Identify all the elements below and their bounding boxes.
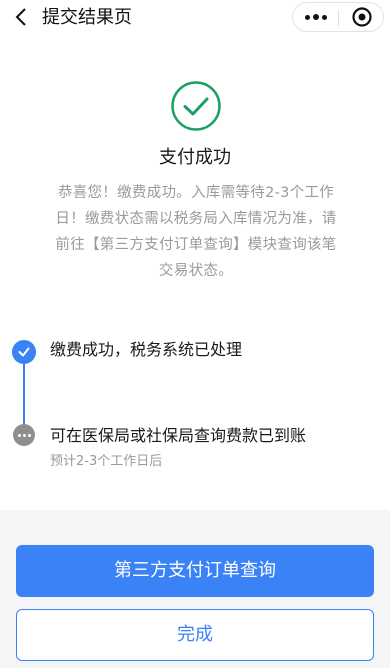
chevron-left-icon xyxy=(15,8,26,26)
timeline-step-2-sublabel: 预计2-3个工作日后 xyxy=(50,454,163,469)
dot-icon xyxy=(304,14,310,20)
mini-program-capsule xyxy=(292,2,384,32)
timeline-line xyxy=(23,352,25,432)
dot-icon xyxy=(321,14,327,20)
step-pending-indicator xyxy=(13,424,35,446)
back-button[interactable] xyxy=(10,6,32,28)
step-done-indicator xyxy=(12,340,36,364)
result-description: 恭喜您！缴费成功。入库需等待2-3个工作日！缴费状态需以税务局入库情况为准，请前… xyxy=(55,185,337,279)
dot-icon xyxy=(17,433,21,437)
target-icon xyxy=(351,7,372,27)
dot-icon xyxy=(22,433,26,437)
nav-bar: 提交结果页 xyxy=(0,0,390,36)
check-icon xyxy=(18,347,30,357)
dot-icon xyxy=(312,14,319,20)
order-query-button[interactable]: 第三方支付订单查询 xyxy=(16,545,374,597)
done-button[interactable]: 完成 xyxy=(16,609,374,661)
close-miniprogram-button[interactable] xyxy=(339,3,384,31)
timeline-step-2-label: 可在医保局或社保局查询费款已到账 xyxy=(50,426,307,445)
page-title: 提交结果页 xyxy=(42,7,132,28)
dot-icon xyxy=(27,433,31,437)
timeline-step-1-label: 缴费成功，税务系统已处理 xyxy=(50,340,243,359)
result-title: 支付成功 xyxy=(159,147,231,168)
success-check-icon xyxy=(171,81,221,131)
more-button[interactable] xyxy=(293,3,338,31)
